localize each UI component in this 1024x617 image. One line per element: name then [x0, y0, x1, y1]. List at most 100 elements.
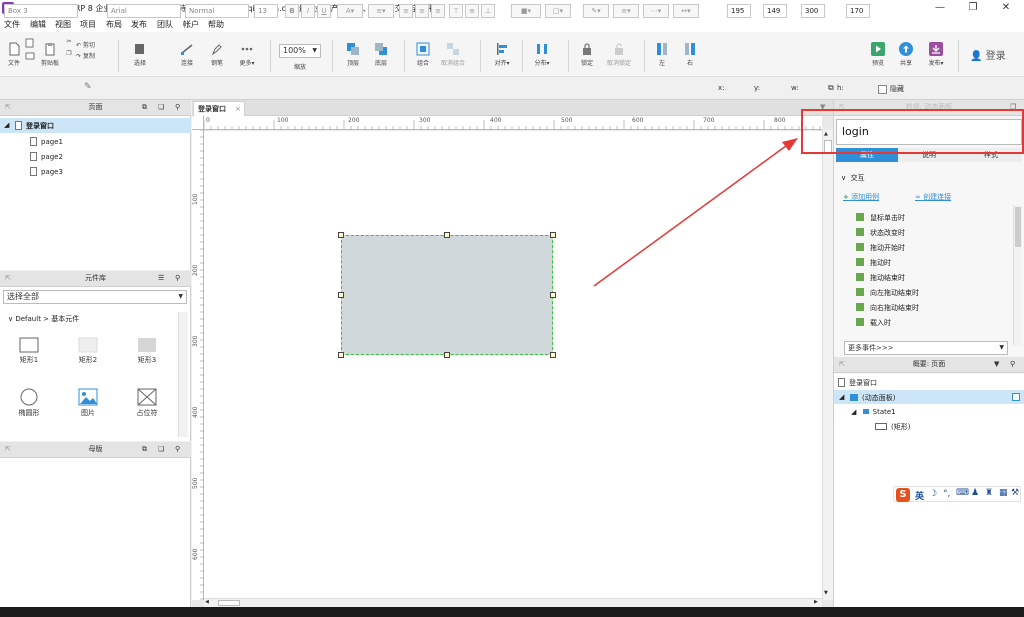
add-folder-icon[interactable]: ❏ — [158, 442, 164, 457]
line-width-button[interactable]: ≡▾ — [613, 4, 639, 18]
h-input[interactable]: 170 — [846, 4, 870, 18]
search-icon[interactable]: ⚲ — [175, 442, 180, 457]
resize-handle[interactable] — [338, 352, 344, 358]
dynamic-panel-widget[interactable] — [341, 235, 553, 355]
user-icon[interactable]: ♟ — [971, 488, 979, 498]
library-item-image[interactable]: 图片 — [68, 388, 108, 418]
font-family-select[interactable]: Arial — [107, 4, 181, 18]
add-case-link[interactable]: + 添加用例 — [843, 192, 879, 202]
paste-button[interactable]: ↷ 复制 — [76, 51, 108, 60]
menu-file[interactable]: 文件 — [4, 19, 20, 30]
page-item-page1[interactable]: page1 — [30, 137, 63, 146]
menu-publish[interactable]: 发布 — [131, 19, 147, 30]
library-item-placeholder[interactable]: 占位符 — [127, 388, 167, 418]
restore-icon[interactable]: ❐ — [958, 0, 988, 16]
italic-button[interactable]: I — [301, 4, 315, 18]
inspector-scrollbar[interactable] — [1013, 205, 1022, 345]
scroll-left-icon[interactable]: ◀ — [205, 599, 209, 605]
create-link-link[interactable]: ∞ 创建连接 — [915, 192, 951, 202]
right-button[interactable]: 右 — [680, 42, 700, 67]
align-bottom-icon[interactable]: ⊥ — [481, 4, 495, 18]
collapse-icon[interactable]: ⇱ — [839, 100, 845, 115]
library-scrollbar[interactable] — [178, 312, 188, 437]
scroll-down-icon[interactable]: ▼ — [824, 590, 828, 596]
canvas-horizontal-scrollbar[interactable]: ◀ ▶ — [204, 598, 822, 607]
menu-project[interactable]: 项目 — [80, 19, 96, 30]
menu-view[interactable]: 视图 — [55, 19, 71, 30]
more-events-select[interactable]: 更多事件>>> ▼ — [844, 341, 1008, 355]
event-item[interactable]: 拖动开始时 — [856, 243, 905, 253]
menu-account[interactable]: 帐户 — [183, 19, 199, 30]
library-item-rect1[interactable]: 矩形1 — [9, 337, 49, 365]
font-size-select[interactable]: 13 — [254, 4, 278, 18]
resize-handle[interactable] — [550, 232, 556, 238]
event-item[interactable]: 向右拖动结束时 — [856, 303, 919, 313]
library-item-rect2[interactable]: 矩形2 — [68, 337, 108, 365]
scroll-thumb[interactable] — [218, 600, 240, 606]
outline-shape[interactable]: (矩形) — [875, 422, 910, 432]
collapse-icon[interactable]: ⇱ — [5, 100, 11, 115]
outline-root[interactable]: 登录窗口 — [838, 378, 877, 388]
search-icon[interactable]: ⚲ — [1010, 357, 1015, 372]
bring-to-front-button[interactable]: 顶层 — [340, 42, 366, 67]
group-button[interactable]: 组合 — [410, 42, 436, 67]
event-item[interactable]: 向左拖动结束时 — [856, 288, 919, 298]
grid-icon[interactable]: ▦ — [999, 488, 1008, 498]
keyboard-icon[interactable]: ⌨ — [956, 488, 969, 498]
open-icon[interactable] — [24, 50, 36, 62]
preview-button[interactable]: 预览 — [866, 42, 890, 67]
library-item-rect3[interactable]: 矩形3 — [127, 337, 167, 365]
align-right-text-icon[interactable]: ≡ — [431, 4, 445, 18]
resize-handle[interactable] — [444, 232, 450, 238]
style-select[interactable]: Box 3 — [4, 4, 78, 18]
fill-color-button[interactable]: ■▾ — [511, 4, 541, 18]
event-item[interactable]: 载入时 — [856, 318, 891, 328]
hamburger-menu-icon[interactable]: ☰ — [158, 271, 164, 286]
lock-button[interactable]: 锁定 — [574, 42, 600, 67]
resize-handle[interactable] — [550, 292, 556, 298]
line-style-button[interactable]: ⋯▾ — [643, 4, 669, 18]
canvas-tab[interactable]: 登录窗口 × — [193, 101, 245, 116]
menu-help[interactable]: 帮助 — [208, 19, 224, 30]
w-input[interactable]: 300 — [801, 4, 825, 18]
filter-icon[interactable]: ▼ — [994, 357, 999, 372]
x-input[interactable]: 195 — [727, 4, 751, 18]
copy-icon[interactable]: ❐ — [62, 50, 76, 57]
outline-state[interactable]: ◢ State1 — [851, 408, 896, 416]
moon-icon[interactable]: ☽ — [929, 489, 937, 499]
arrow-style-button[interactable]: ↔▾ — [673, 4, 699, 18]
collapse-icon[interactable]: ⇱ — [839, 357, 845, 372]
event-item[interactable]: 状态改变时 — [856, 228, 905, 238]
expand-arrow-icon[interactable]: ◢ — [851, 408, 856, 416]
shirt-icon[interactable]: ♜ — [985, 488, 993, 498]
add-page-icon[interactable]: ⧉ — [142, 100, 147, 115]
underline-button[interactable]: U — [317, 4, 331, 18]
bullet-list-button[interactable]: ≡▾ — [368, 4, 394, 18]
resize-handle[interactable] — [550, 352, 556, 358]
align-left-text-icon[interactable]: ≡ — [399, 4, 413, 18]
scroll-right-icon[interactable]: ▶ — [814, 599, 818, 605]
library-item-ellipse[interactable]: 椭圆形 — [9, 388, 49, 418]
search-icon[interactable]: ⚲ — [175, 271, 180, 286]
tab-menu-icon[interactable]: ▼ — [820, 103, 825, 111]
page-item-page2[interactable]: page2 — [30, 152, 63, 161]
menu-team[interactable]: 团队 — [157, 19, 173, 30]
format-painter-icon[interactable]: ✎ — [84, 82, 96, 96]
publish-button[interactable]: 发布▾ — [922, 42, 950, 67]
wrench-icon[interactable]: ⚒ — [1011, 488, 1019, 498]
scroll-thumb[interactable] — [1015, 207, 1021, 247]
more-button[interactable]: 更多▾ — [232, 42, 262, 67]
zoom-select[interactable]: 100% ▼ — [279, 44, 321, 58]
font-weight-select[interactable]: Normal — [185, 4, 249, 18]
scroll-up-icon[interactable]: ▲ — [824, 131, 828, 137]
canvas-vertical-scrollbar[interactable]: ▲ ▼ — [822, 130, 833, 600]
notes-icon[interactable]: ❐ — [1010, 100, 1016, 115]
ime-language[interactable]: 英 — [915, 489, 924, 502]
connect-button[interactable]: 连接 — [172, 42, 202, 67]
menu-layout[interactable]: 布局 — [106, 19, 122, 30]
unlock-button[interactable]: 取消锁定 — [602, 42, 636, 67]
ungroup-button[interactable]: 取消组合 — [436, 42, 470, 67]
share-button[interactable]: 共享 — [894, 42, 918, 67]
add-master-icon[interactable]: ⧉ — [142, 442, 147, 457]
send-to-back-button[interactable]: 底层 — [368, 42, 394, 67]
